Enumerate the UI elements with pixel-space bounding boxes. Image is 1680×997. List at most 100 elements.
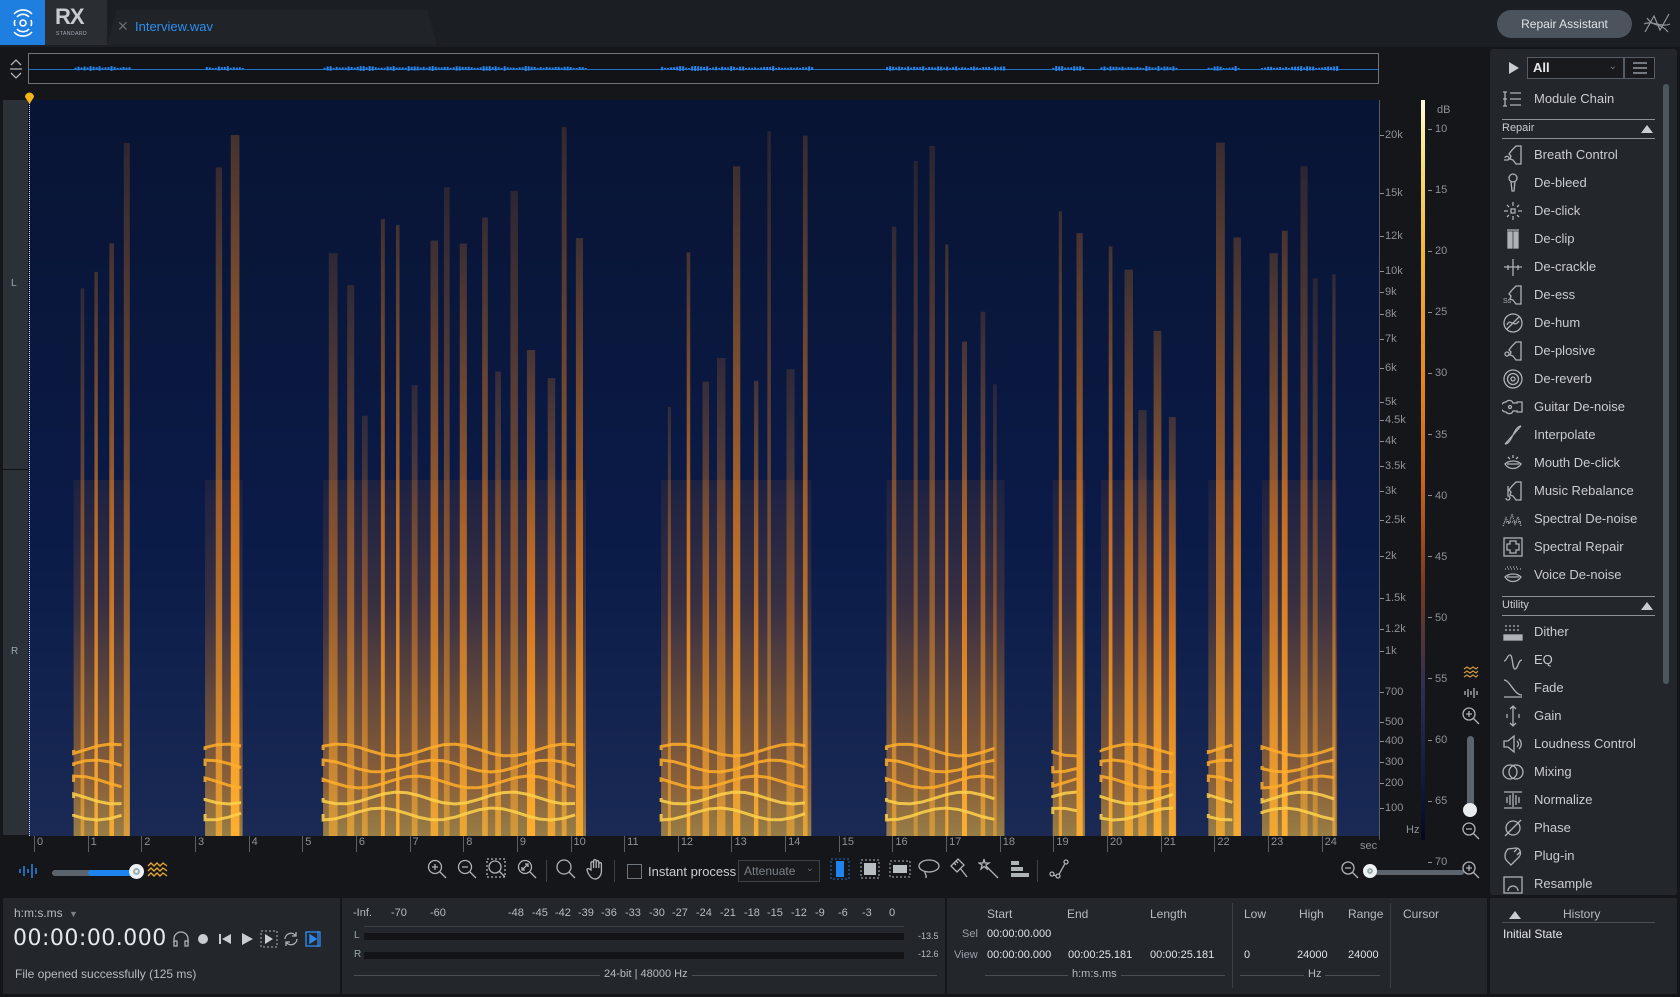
meter-scale-label: -60 xyxy=(430,907,446,919)
playhead-marker[interactable] xyxy=(24,91,35,104)
playback-cursor[interactable] xyxy=(29,100,30,836)
instant-process-label[interactable]: Instant process xyxy=(648,864,736,879)
module-section-repair[interactable]: Repair xyxy=(1502,119,1655,139)
magic-wand-tool-icon[interactable] xyxy=(976,856,1002,882)
time-display: 00:00:00.000 xyxy=(13,926,167,951)
module-item-loudness-control[interactable]: Loudness Control xyxy=(1502,731,1652,757)
module-item-de-click[interactable]: De-click xyxy=(1502,198,1652,224)
instant-process-checkbox[interactable] xyxy=(627,864,642,879)
module-item-music-rebalance[interactable]: Music Rebalance xyxy=(1502,478,1652,504)
frequency-axis[interactable]: 20k 15k 12k 10k 9k 8k 7k 6k 5k 4.5k 4k 3.5k 3k 2.5k 2k… xyxy=(1379,100,1423,840)
view-length-field[interactable]: 00:00:25.181 xyxy=(1150,949,1214,961)
record-icon[interactable] xyxy=(192,928,214,950)
vertical-zoom-thumb[interactable] xyxy=(1463,803,1477,817)
module-item-plug-in[interactable]: Plug-in xyxy=(1502,843,1652,869)
module-item-spectral-de-noise[interactable]: Spectral De-noise xyxy=(1502,506,1652,532)
envelope-tool-icon[interactable] xyxy=(1046,856,1072,882)
module-menu-button[interactable] xyxy=(1624,57,1655,79)
horizontal-zoom-slider[interactable] xyxy=(1366,870,1464,875)
module-item-guitar-de-noise[interactable]: Guitar De-noise xyxy=(1502,394,1652,420)
module-item-voice-de-noise[interactable]: Voice De-noise xyxy=(1502,562,1652,588)
go-to-start-icon[interactable] xyxy=(214,928,236,950)
channel-right-label[interactable]: R xyxy=(11,646,18,657)
frequency-selection-tool-icon[interactable] xyxy=(857,856,883,882)
zoom-fit-icon[interactable] xyxy=(514,856,540,882)
module-item-gain[interactable]: Gain xyxy=(1502,703,1652,729)
module-item-de-clip[interactable]: De-clip xyxy=(1502,226,1652,252)
module-item-breath-control[interactable]: Breath Control xyxy=(1502,142,1652,168)
scroll-view-icon[interactable] xyxy=(302,928,324,950)
vertical-zoom-out-icon[interactable] xyxy=(1461,821,1481,844)
vertical-zoom-in-icon[interactable] xyxy=(1461,706,1481,729)
module-item-fade[interactable]: Fade xyxy=(1502,675,1652,701)
view-high-field[interactable]: 24000 xyxy=(1297,949,1328,961)
horizontal-zoom-in-icon[interactable] xyxy=(1461,860,1481,883)
module-play-icon[interactable] xyxy=(1508,61,1520,78)
module-item-normalize[interactable]: Normalize xyxy=(1502,787,1652,813)
horizontal-zoom-out-icon[interactable] xyxy=(1340,860,1360,883)
collapse-icon[interactable] xyxy=(1641,125,1653,133)
view-low-field[interactable]: 0 xyxy=(1244,949,1250,961)
repair-assistant-button[interactable]: Repair Assistant xyxy=(1497,10,1632,38)
module-item-phase[interactable]: Phase xyxy=(1502,815,1652,841)
view-range-field[interactable]: 24000 xyxy=(1348,949,1379,961)
close-icon[interactable]: ✕ xyxy=(117,18,129,35)
module-chain-label[interactable]: Module Chain xyxy=(1534,91,1614,106)
channel-left-label[interactable]: L xyxy=(11,278,17,289)
spectrogram-view-icon[interactable] xyxy=(1463,666,1479,683)
history-item[interactable]: Initial State xyxy=(1503,927,1562,941)
history-collapse-icon[interactable] xyxy=(1508,908,1522,923)
horizontal-zoom-thumb[interactable] xyxy=(1363,864,1377,878)
spectrogram-view[interactable] xyxy=(28,100,1379,836)
view-end-field[interactable]: 00:00:25.181 xyxy=(1068,949,1132,961)
time-selection-tool-icon[interactable] xyxy=(827,856,853,882)
sel-start-field[interactable]: 00:00:00.000 xyxy=(987,928,1051,940)
loop-icon[interactable] xyxy=(280,928,302,950)
file-tab-name[interactable]: Interview.wav xyxy=(135,19,213,34)
collapse-icon[interactable] xyxy=(1641,602,1653,610)
spectral-denoise-icon xyxy=(1502,508,1524,530)
overview-wave-sample xyxy=(949,67,952,70)
module-filter-select[interactable]: All ⌄ xyxy=(1527,57,1624,79)
module-list-scrollbar[interactable] xyxy=(1663,84,1669,684)
module-item-de-ess[interactable]: Ss De-ess xyxy=(1502,282,1652,308)
module-item-de-crackle[interactable]: De-crackle xyxy=(1502,254,1652,280)
harmonic-selection-tool-icon[interactable] xyxy=(1006,856,1032,882)
meter-left-peak[interactable]: -13.5 xyxy=(918,931,939,941)
module-item-mouth-de-click[interactable]: Mouth De-click xyxy=(1502,450,1652,476)
module-item-resample[interactable]: Resample xyxy=(1502,871,1652,897)
time-frequency-selection-tool-icon[interactable] xyxy=(887,856,913,882)
module-item-eq[interactable]: EQ xyxy=(1502,647,1652,673)
hand-tool-icon[interactable] xyxy=(583,856,609,882)
view-start-field[interactable]: 00:00:00.000 xyxy=(987,949,1051,961)
module-item-mixing[interactable]: Mixing xyxy=(1502,759,1652,785)
channel-selector[interactable] xyxy=(3,100,28,835)
module-item-interpolate[interactable]: Interpolate xyxy=(1502,422,1652,448)
file-tab[interactable]: ✕ Interview.wav xyxy=(107,10,437,45)
module-item-de-bleed[interactable]: De-bleed xyxy=(1502,170,1652,196)
zoom-tool-icon[interactable] xyxy=(553,856,579,882)
lasso-tool-icon[interactable] xyxy=(916,856,942,882)
waveform-overview[interactable] xyxy=(28,53,1379,84)
module-section-utility[interactable]: Utility xyxy=(1502,596,1655,616)
instant-process-mode-select[interactable]: Attenuate ⌄ xyxy=(738,860,820,882)
play-selection-icon[interactable] xyxy=(258,928,280,950)
monitor-headphones-icon[interactable] xyxy=(170,928,192,950)
waveform-view-icon[interactable] xyxy=(1463,686,1479,703)
module-item-de-hum[interactable]: De-hum xyxy=(1502,310,1652,336)
zoom-to-selection-icon[interactable] xyxy=(484,856,510,882)
module-item-de-plosive[interactable]: De-plosive xyxy=(1502,338,1652,364)
meter-right-peak[interactable]: -12.6 xyxy=(918,949,939,959)
selection-time-unit[interactable]: h:m:s.ms xyxy=(1068,968,1121,980)
zoom-in-icon[interactable] xyxy=(424,856,450,882)
overview-toggle[interactable] xyxy=(6,56,26,82)
module-item-spectral-repair[interactable]: Spectral Repair xyxy=(1502,534,1652,560)
module-item-dither[interactable]: Dither xyxy=(1502,619,1652,645)
brush-tool-icon[interactable] xyxy=(946,856,972,882)
module-item-de-reverb[interactable]: De-reverb xyxy=(1502,366,1652,392)
zoom-out-icon[interactable] xyxy=(454,856,480,882)
time-format-select[interactable]: h:m:s.ms ▼ xyxy=(14,906,78,920)
time-ruler[interactable]: 0 1 2 3 4 5 6 7 8 9 10 11 12 13 14 15 16 17 18 19 20 21 22 23 24 xyxy=(28,836,1379,854)
vertical-zoom-slider[interactable] xyxy=(1467,736,1474,812)
play-icon[interactable] xyxy=(236,928,258,950)
